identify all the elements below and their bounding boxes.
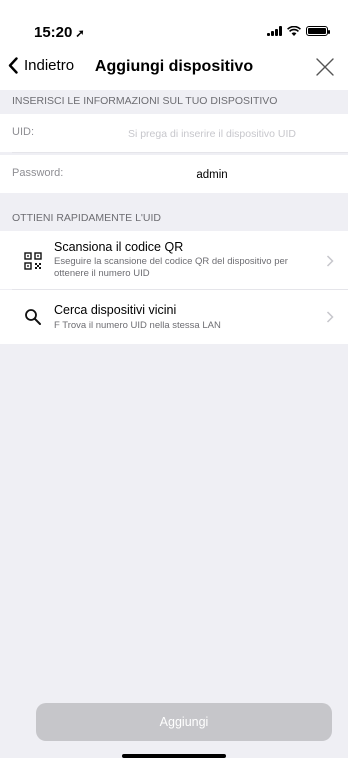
location-arrow-icon: ➚: [75, 28, 85, 40]
uid-row: UID:: [0, 114, 348, 152]
add-button[interactable]: Aggiungi: [36, 703, 332, 741]
wifi-icon: [287, 26, 301, 36]
search-nearby-item[interactable]: Cerca dispositivi vicini F Trova il nume…: [0, 290, 348, 344]
battery-icon: [306, 26, 330, 36]
scan-qr-title: Scansiona il codice QR: [54, 240, 184, 254]
scan-qr-item[interactable]: Scansiona il codice QR Eseguire la scans…: [0, 231, 348, 289]
home-indicator: [122, 754, 226, 758]
page-title: Aggiungi dispositivo: [94, 58, 254, 75]
cellular-signal-icon: [267, 26, 282, 36]
close-icon[interactable]: [314, 56, 336, 78]
section-header-device-info: INSERISCI LE INFORMAZIONI SUL TUO DISPOS…: [0, 90, 348, 112]
divider: [12, 152, 348, 153]
search-nearby-title: Cerca dispositivi vicini: [54, 303, 177, 317]
navigation-bar: Indietro Aggiungi dispositivo: [0, 44, 348, 90]
chevron-right-icon: [326, 255, 334, 267]
search-nearby-description: F Trova il numero UID nella stessa LAN: [54, 320, 221, 331]
scan-qr-description: Eseguire la scansione del codice QR del …: [54, 256, 288, 279]
uid-label: UID:: [12, 126, 34, 138]
password-label: Password:: [12, 167, 64, 179]
uid-input[interactable]: [90, 120, 334, 148]
password-row: Password:: [0, 155, 348, 193]
status-icons: [267, 26, 330, 36]
status-bar: 15:20 ➚: [0, 0, 348, 44]
clock: 15:20: [34, 24, 73, 41]
qr-code-icon: [24, 252, 42, 270]
section-header-quick-uid: OTTIENI RAPIDAMENTE L'UID: [0, 207, 348, 229]
chevron-right-icon: [326, 311, 334, 323]
status-time: 15:20 ➚: [34, 24, 85, 41]
search-icon: [25, 309, 41, 325]
password-input[interactable]: [90, 161, 334, 189]
